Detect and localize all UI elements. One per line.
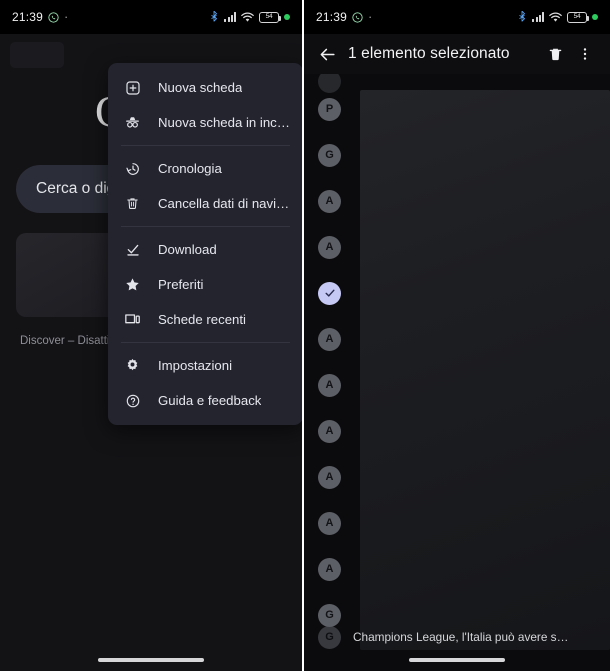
menu-item-label: Guida e feedback <box>158 393 262 408</box>
gesture-handle[interactable] <box>98 658 204 662</box>
avatar[interactable]: A <box>318 465 341 489</box>
menu-item-label: Preferiti <box>158 277 204 292</box>
new-tab-icon <box>124 79 141 96</box>
menu-item-label: Nuova scheda in incogn… <box>158 115 291 130</box>
selection-app-bar: 1 elemento selezionato <box>304 34 610 74</box>
signal-icon <box>532 12 544 22</box>
menu-item-clear-browsing-data[interactable]: Cancella dati di navigazi… <box>108 186 302 221</box>
menu-item-recent-tabs[interactable]: Schede recenti <box>108 302 302 337</box>
bluetooth-icon <box>517 10 527 23</box>
history-icon <box>124 160 141 177</box>
list-item[interactable]: A <box>304 500 610 546</box>
menu-item-label: Nuova scheda <box>158 80 243 95</box>
list-item[interactable]: G <box>304 132 610 178</box>
menu-item-label: Schede recenti <box>158 312 246 327</box>
menu-item-help-and-feedback[interactable]: Guida e feedback <box>108 383 302 418</box>
star-icon <box>124 276 141 293</box>
menu-item-history[interactable]: Cronologia <box>108 151 302 186</box>
right-phone-screenshot: 21:39 · 54 1 elemento selezionato P G A … <box>304 0 610 671</box>
whatsapp-icon <box>352 11 363 23</box>
list-item[interactable]: A <box>304 316 610 362</box>
ntp-placeholder-chip <box>10 42 64 68</box>
avatar[interactable]: A <box>318 235 341 259</box>
battery-level-label: 54 <box>573 12 581 20</box>
left-status-bar: 21:39 · 54 <box>0 0 302 34</box>
green-dot-icon <box>284 14 290 20</box>
avatar[interactable]: A <box>318 419 341 443</box>
list-item[interactable]: A <box>304 454 610 500</box>
menu-divider <box>121 145 290 146</box>
dual-screenshot-stage: 21:39 · 54 Cerca o digita Discover – Dis… <box>0 0 610 671</box>
list-item-selected[interactable] <box>304 270 610 316</box>
battery-icon: 54 <box>259 11 281 23</box>
list-item[interactable]: A <box>304 546 610 592</box>
whatsapp-icon <box>48 11 59 23</box>
dot-icon: · <box>368 9 373 24</box>
status-bar-left-group: 21:39 · <box>316 10 373 24</box>
avatar[interactable]: G <box>318 143 341 167</box>
help-icon <box>124 392 141 409</box>
bluetooth-icon <box>209 10 219 23</box>
avatar[interactable]: A <box>318 511 341 535</box>
menu-item-label: Cronologia <box>158 161 222 176</box>
history-list[interactable]: P G A A A A A A A A G G Champions League… <box>304 74 610 671</box>
list-item[interactable]: A <box>304 362 610 408</box>
status-bar-clock: 21:39 <box>12 10 44 24</box>
avatar[interactable]: G <box>318 603 341 627</box>
status-bar-left-group: 21:39 · <box>12 10 69 24</box>
delete-button[interactable] <box>540 46 570 63</box>
more-vert-icon[interactable] <box>570 46 600 62</box>
list-item[interactable]: A <box>304 408 610 454</box>
chrome-overflow-menu[interactable]: Nuova scheda Nuova scheda in incogn… <box>108 63 302 425</box>
menu-item-downloads[interactable]: Download <box>108 232 302 267</box>
menu-item-label: Cancella dati di navigazi… <box>158 196 291 211</box>
list-item[interactable]: A <box>304 178 610 224</box>
menu-item-new-incognito-tab[interactable]: Nuova scheda in incogn… <box>108 105 302 140</box>
chrome-new-tab-page: G Cerca o digita Discover – Disattiva Nu… <box>0 34 302 671</box>
left-gesture-nav-bar[interactable] <box>0 649 302 671</box>
menu-item-label: Download <box>158 242 217 257</box>
recent-tabs-icon <box>124 311 141 328</box>
list-item-title: Champions League, l'Italia può avere s… <box>353 630 569 644</box>
battery-level-label: 54 <box>265 12 273 20</box>
avatar[interactable]: G <box>318 625 341 649</box>
status-bar-right-group: 54 <box>517 10 598 23</box>
menu-item-bookmarks[interactable]: Preferiti <box>108 267 302 302</box>
dot-icon: · <box>64 9 69 24</box>
right-status-bar: 21:39 · 54 <box>304 0 610 34</box>
avatar[interactable]: A <box>318 557 341 581</box>
menu-item-new-tab[interactable]: Nuova scheda <box>108 70 302 105</box>
selection-count-title: 1 elemento selezionato <box>348 45 510 62</box>
menu-divider <box>121 342 290 343</box>
gesture-handle[interactable] <box>409 658 505 662</box>
arrow-back-icon[interactable] <box>312 45 342 64</box>
discover-label: Discover – Disattiva <box>20 335 122 347</box>
download-icon <box>124 241 141 258</box>
status-bar-right-group: 54 <box>209 10 290 23</box>
status-bar-clock: 21:39 <box>316 10 348 24</box>
selected-checkmark-avatar[interactable] <box>318 281 341 305</box>
menu-item-label: Impostazioni <box>158 358 233 373</box>
trash-icon <box>124 195 141 212</box>
wifi-icon <box>241 12 254 23</box>
list-item-last[interactable]: G Champions League, l'Italia può avere s… <box>304 625 610 649</box>
green-dot-icon <box>592 14 598 20</box>
wifi-icon <box>549 12 562 23</box>
battery-icon: 54 <box>567 11 589 23</box>
menu-divider <box>121 226 290 227</box>
signal-icon <box>224 12 236 22</box>
gear-icon <box>124 357 141 374</box>
left-phone-screenshot: 21:39 · 54 Cerca o digita Discover – Dis… <box>0 0 304 671</box>
list-item[interactable]: A <box>304 224 610 270</box>
avatar[interactable]: A <box>318 373 341 397</box>
avatar[interactable]: P <box>318 97 341 121</box>
menu-item-settings[interactable]: Impostazioni <box>108 348 302 383</box>
avatar[interactable]: A <box>318 327 341 351</box>
right-gesture-nav-bar[interactable] <box>304 649 610 671</box>
list-item[interactable]: P <box>304 86 610 132</box>
avatar[interactable]: A <box>318 189 341 213</box>
incognito-icon <box>124 114 141 131</box>
